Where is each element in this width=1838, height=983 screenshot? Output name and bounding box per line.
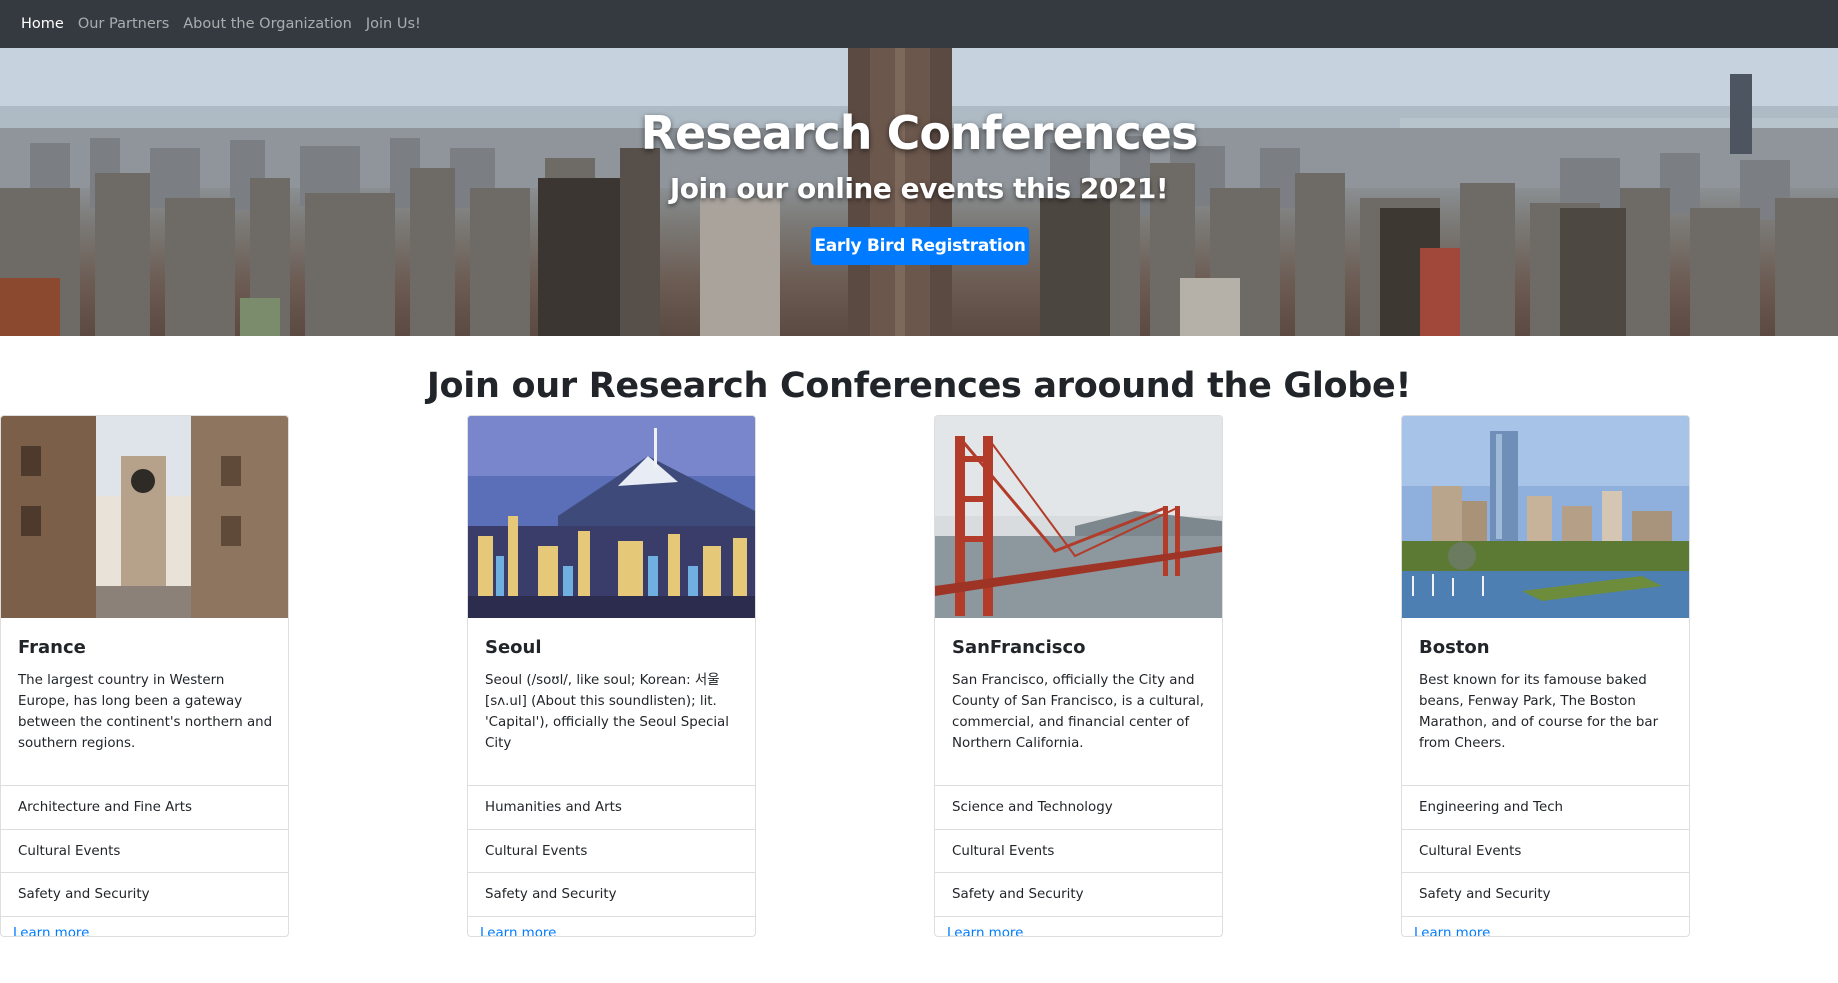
learn-more-link[interactable]: Learn more [947, 926, 1023, 936]
nav-link-home[interactable]: Home [21, 16, 64, 32]
section-heading: Join our Research Conferences aroound th… [426, 366, 1412, 406]
navbar: Home Our Partners About the Organization… [0, 0, 1838, 48]
golden-gate-bridge-image [935, 416, 1222, 618]
card-text: The largest country in Western Europe, h… [18, 673, 273, 751]
hero-banner: Research Conferences Join our online eve… [0, 48, 1838, 336]
page: Home Our Partners About the Organization… [0, 0, 1838, 983]
list-item: Cultural Events [468, 828, 755, 873]
list-item: Humanities and Arts [468, 785, 755, 829]
list-item: Architecture and Fine Arts [1, 785, 288, 829]
list-item: Engineering and Tech [1402, 785, 1689, 829]
card-title: Boston [1419, 637, 1490, 658]
seoul-city-image [468, 416, 755, 618]
list-item: Safety and Security [468, 872, 755, 916]
list-item: Cultural Events [935, 828, 1222, 873]
nav-link-our-partners[interactable]: Our Partners [78, 16, 169, 32]
card-body: Seoul Seoul (/soʊl/, like soul; Korean: … [468, 618, 755, 785]
list-item: Safety and Security [935, 872, 1222, 916]
list-item: Safety and Security [1, 872, 288, 916]
card-seoul: Seoul Seoul (/soʊl/, like soul; Korean: … [467, 415, 756, 937]
learn-more-link[interactable]: Learn more [480, 926, 556, 936]
list-item: Safety and Security [1402, 872, 1689, 916]
card-text: San Francisco, officially the City and C… [952, 673, 1205, 751]
card-france: France The largest country in Western Eu… [0, 415, 289, 937]
learn-more-link[interactable]: Learn more [13, 926, 89, 936]
hero-subtitle: Join our online events this 2021! [669, 172, 1169, 205]
hero-title: Research Conferences [640, 106, 1199, 160]
nav-link-about-organization[interactable]: About the Organization [183, 16, 352, 32]
card-footer: Learn more [1402, 916, 1689, 936]
learn-more-link[interactable]: Learn more [1414, 926, 1490, 936]
card-list: Science and Technology Cultural Events S… [935, 785, 1222, 916]
card-body: Boston Best known for its famouse baked … [1402, 618, 1689, 785]
card-text: Seoul (/soʊl/, like soul; Korean: 서울 [sʌ… [485, 673, 729, 751]
card-footer: Learn more [935, 916, 1222, 936]
card-list: Architecture and Fine Arts Cultural Even… [1, 785, 288, 916]
card-list: Engineering and Tech Cultural Events Saf… [1402, 785, 1689, 916]
list-item: Cultural Events [1402, 828, 1689, 873]
list-item: Cultural Events [1, 828, 288, 873]
early-bird-registration-button[interactable]: Early Bird Registration [811, 227, 1029, 265]
list-item: Science and Technology [935, 785, 1222, 829]
boston-skyline-image [1402, 416, 1689, 618]
card-title: France [18, 637, 86, 658]
card-footer: Learn more [468, 916, 755, 936]
card-title: Seoul [485, 637, 542, 658]
card-boston: Boston Best known for its famouse baked … [1401, 415, 1690, 937]
card-body: France The largest country in Western Eu… [1, 618, 288, 785]
nav-link-join-us[interactable]: Join Us! [366, 16, 421, 32]
card-list: Humanities and Arts Cultural Events Safe… [468, 785, 755, 916]
card-footer: Learn more [1, 916, 288, 936]
card-text: Best known for its famouse baked beans, … [1419, 673, 1659, 751]
card-sanfrancisco: SanFrancisco San Francisco, officially t… [934, 415, 1223, 937]
card-title: SanFrancisco [952, 637, 1086, 658]
france-street-image [1, 416, 288, 618]
hero-content: Research Conferences Join our online eve… [0, 48, 1838, 336]
card-body: SanFrancisco San Francisco, officially t… [935, 618, 1222, 785]
